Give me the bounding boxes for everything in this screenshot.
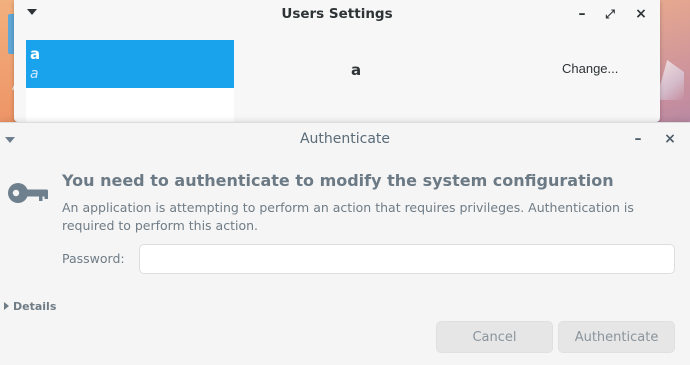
window-title: Users Settings — [281, 6, 393, 22]
password-label: Password: — [62, 251, 125, 266]
maximize-icon[interactable]: ⤢ — [600, 4, 620, 24]
user-list: a a — [26, 40, 234, 122]
close-icon[interactable]: × — [631, 4, 651, 24]
key-icon — [8, 183, 48, 203]
user-row-subtitle: a — [30, 66, 39, 82]
authenticate-dialog: Authenticate – × You need to authenticat… — [0, 122, 690, 365]
users-settings-window: Users Settings – ⤢ × a a a Change... — [14, 0, 660, 122]
cancel-button[interactable]: Cancel — [436, 321, 553, 353]
expander-arrow-icon — [4, 302, 9, 310]
user-display-name: a — [351, 61, 362, 79]
dialog-title: Authenticate — [299, 131, 391, 147]
minimize-icon[interactable]: – — [572, 4, 592, 24]
close-icon[interactable]: × — [660, 129, 680, 149]
minimize-icon[interactable]: – — [628, 129, 648, 149]
password-field[interactable] — [139, 244, 675, 274]
auth-description: An application is attempting to perform … — [62, 200, 634, 233]
details-expander[interactable]: Details — [4, 300, 56, 313]
user-row-name: a — [30, 45, 41, 63]
authenticate-button[interactable]: Authenticate — [558, 321, 675, 353]
auth-heading: You need to authenticate to modify the s… — [62, 171, 614, 190]
change-button[interactable]: Change... — [554, 55, 626, 83]
details-label: Details — [13, 300, 57, 313]
user-list-item-selected[interactable]: a a — [26, 40, 234, 88]
